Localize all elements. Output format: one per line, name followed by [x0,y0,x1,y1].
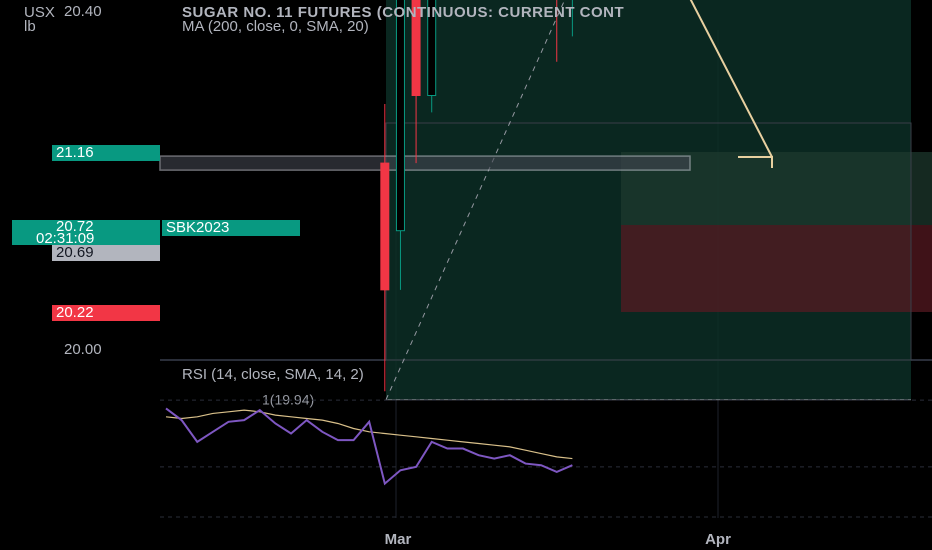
lower-level-price-tag: 20.22 [52,305,160,321]
loss-zone [621,225,932,312]
ma-price-tag: 20.69 [52,245,160,261]
unit-label: lb [24,18,36,35]
rsi-pane [160,399,932,518]
rsi-ma-line [165,409,573,460]
upper-level-price-tag: 21.16 [52,145,160,161]
y-tick-label: 20.40 [64,3,102,20]
rsi-line [165,407,573,486]
candle-body [380,162,390,291]
last-price-tag: 20.72 02:31:09 [12,219,160,246]
rsi-indicator-label[interactable]: RSI (14, close, SMA, 14, 2) [182,366,364,383]
ma-value: 20.69 [56,244,94,261]
chart-root: 0(21.33)0.236(21.00)0.382(20.80)0.5(20.6… [0,0,932,550]
lower-level-band [159,155,691,171]
y-tick-label: 20.00 [64,341,102,358]
candle-body [395,0,405,232]
position-zones [385,0,932,400]
x-tick-label: Mar [385,531,412,548]
symbol-value: SBK2023 [166,219,230,236]
x-tick-label: Apr [705,531,731,548]
price-chart[interactable]: 0(21.33)0.236(21.00)0.382(20.80)0.5(20.6… [0,0,932,550]
symbol-tag: SBK2023 [162,220,300,236]
ma-indicator-label[interactable]: MA (200, close, 0, SMA, 20) [182,18,369,35]
upper-level-value: 21.16 [56,144,94,161]
lower-level-value: 20.22 [56,304,94,321]
